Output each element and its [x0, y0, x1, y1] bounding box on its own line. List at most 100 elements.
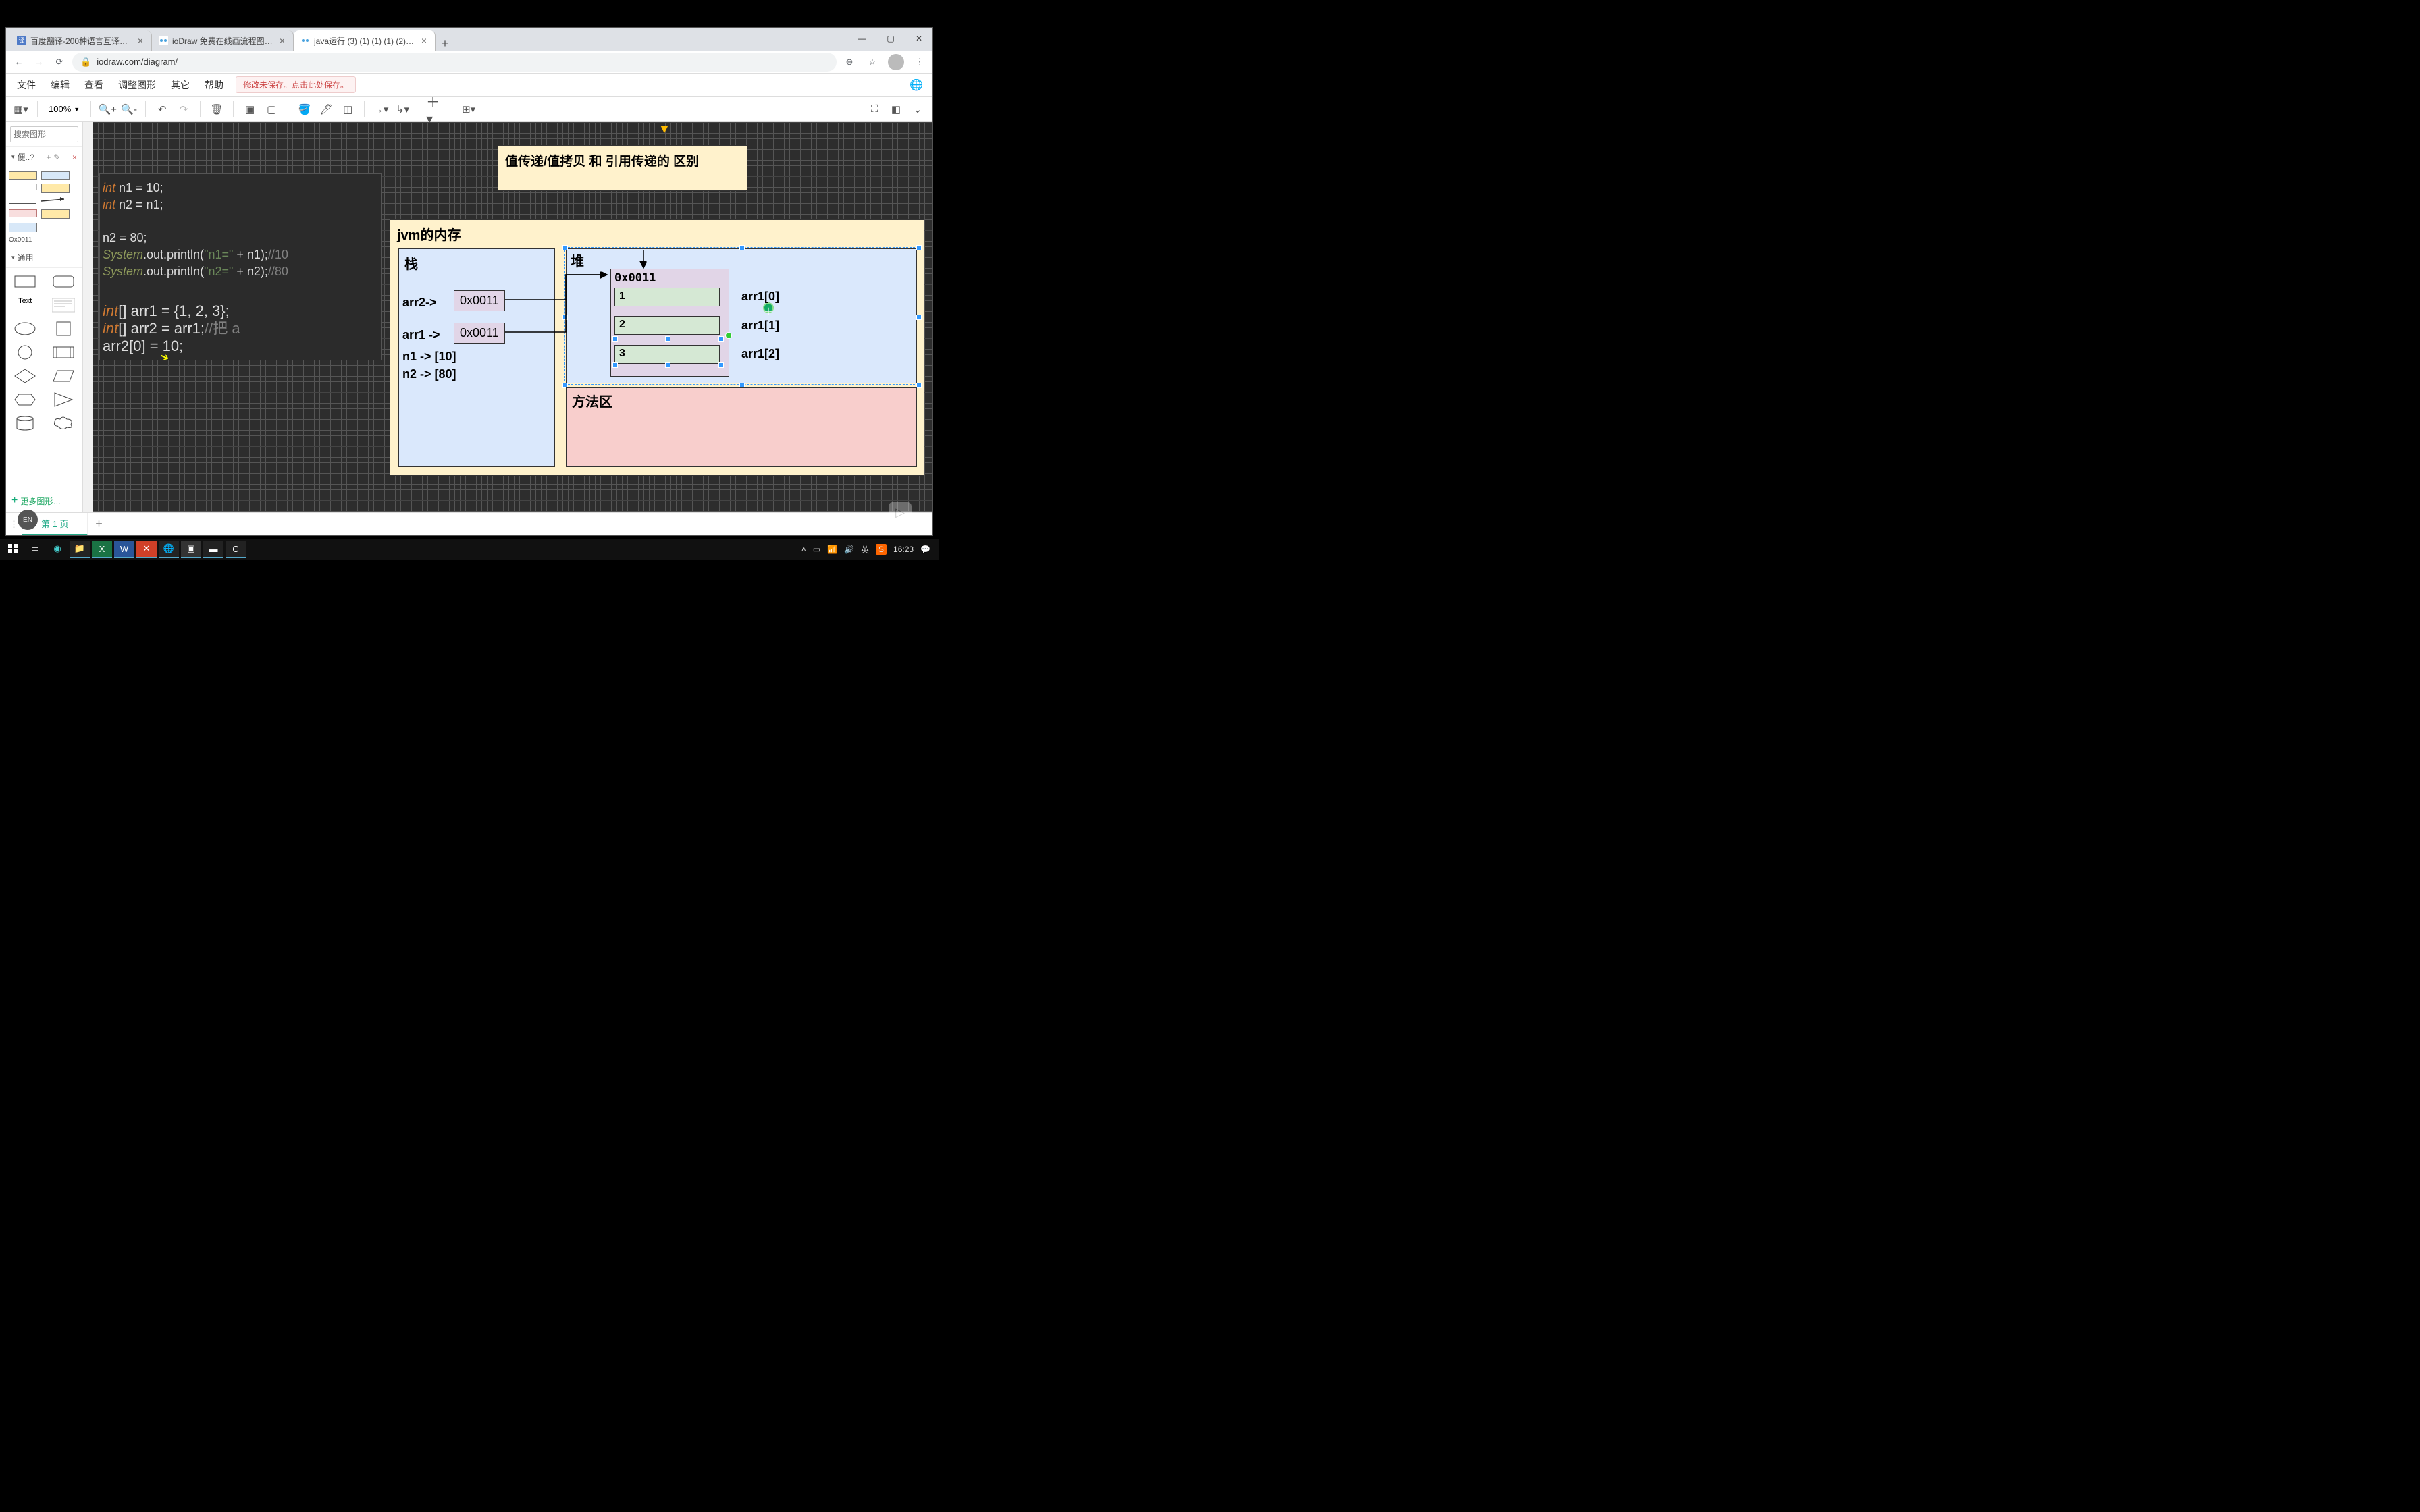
menu-view[interactable]: 查看: [78, 76, 110, 94]
window-close-icon[interactable]: ✕: [905, 27, 933, 50]
scratch-shape[interactable]: [41, 171, 70, 180]
search-shapes-input[interactable]: [10, 126, 78, 142]
kebab-menu-icon[interactable]: ⋮: [912, 55, 927, 70]
sogou-ime-icon[interactable]: S: [876, 544, 887, 555]
clock-text[interactable]: 16:23: [893, 545, 914, 554]
excel-icon[interactable]: X: [92, 541, 112, 558]
chrome-icon[interactable]: 🌐: [159, 541, 179, 558]
connection-icon[interactable]: →▾: [371, 100, 390, 119]
xmind-icon[interactable]: ✕: [136, 541, 157, 558]
scratchpad-header[interactable]: ▾ 便..? + ✎ ×: [6, 147, 82, 167]
taskview-icon[interactable]: ▭: [25, 541, 45, 558]
scratch-shape[interactable]: [41, 184, 70, 193]
close-tab-icon[interactable]: ×: [136, 35, 144, 46]
menu-file[interactable]: 文件: [10, 76, 43, 94]
menu-extras[interactable]: 其它: [164, 76, 196, 94]
start-menu-icon[interactable]: [3, 541, 23, 558]
scratch-arrow[interactable]: [40, 197, 68, 205]
shape-hexagon[interactable]: [14, 392, 36, 410]
add-scratch-icon[interactable]: +: [46, 153, 51, 162]
shape-cylinder[interactable]: [14, 415, 36, 433]
new-tab-button[interactable]: +: [436, 36, 454, 51]
tab-2[interactable]: ioDraw 免费在线画流程图、思维... ×: [152, 30, 294, 51]
undo-icon[interactable]: ↶: [153, 100, 172, 119]
to-front-icon[interactable]: ▣: [240, 100, 259, 119]
menu-edit[interactable]: 编辑: [44, 76, 76, 94]
scratch-shape[interactable]: [41, 209, 70, 219]
jvm-memory-container[interactable]: jvm的内存 栈 arr2-> 0x0011 arr1 -> 0x0011 n1…: [390, 219, 924, 476]
shape-cloud[interactable]: [52, 415, 75, 433]
add-icon[interactable]: ＋▾: [426, 100, 445, 119]
shape-square[interactable]: [52, 321, 75, 339]
window-maximize-icon[interactable]: ▢: [876, 27, 905, 50]
close-tab-icon[interactable]: ×: [278, 35, 286, 46]
shape-triangle[interactable]: [52, 392, 75, 410]
file-explorer-icon[interactable]: 📁: [70, 541, 90, 558]
zoom-in-icon[interactable]: 🔍+: [98, 100, 117, 119]
profile-avatar-icon[interactable]: [888, 54, 904, 70]
scratch-shape[interactable]: [9, 223, 37, 232]
clion-icon[interactable]: C: [226, 541, 246, 558]
menu-arrange[interactable]: 调整图形: [111, 76, 163, 94]
shadow-icon[interactable]: ◫: [338, 100, 357, 119]
menu-help[interactable]: 帮助: [198, 76, 230, 94]
shape-parallelogram[interactable]: [52, 368, 75, 386]
general-shapes-header[interactable]: ▾ 通用: [6, 248, 82, 268]
more-shapes-button[interactable]: + 更多图形…: [6, 489, 82, 512]
table-icon[interactable]: ⊞▾: [459, 100, 478, 119]
ime-floating-badge[interactable]: EN: [18, 510, 38, 530]
zoom-icon[interactable]: ⊖: [842, 55, 857, 70]
bookmark-star-icon[interactable]: ☆: [865, 55, 880, 70]
collapse-icon[interactable]: ⌄: [908, 100, 927, 119]
terminal-icon[interactable]: ▣: [181, 541, 201, 558]
shape-circle[interactable]: [14, 344, 36, 362]
ime-lang[interactable]: 英: [861, 544, 869, 556]
edit-scratch-icon[interactable]: ✎: [53, 153, 60, 162]
tab-3[interactable]: java运行 (3) (1) (1) (1) (2).iodra... ×: [294, 30, 436, 51]
shape-diamond[interactable]: [14, 368, 36, 386]
scratch-shape[interactable]: [9, 184, 37, 190]
tray-chevron-icon[interactable]: ˄: [801, 545, 806, 554]
format-panel-icon[interactable]: ◧: [887, 100, 905, 119]
code-snippet-box[interactable]: int n1 = 10; int n2 = n1; n2 = 80; Syste…: [99, 173, 382, 360]
omnibox[interactable]: 🔒 iodraw.com/diagram/: [72, 53, 837, 72]
cmd-icon[interactable]: ▬: [203, 541, 223, 558]
zoom-out-icon[interactable]: 🔍-: [120, 100, 138, 119]
diagram-canvas[interactable]: ▼ int n1 = 10; int n2 = n1; n2 = 80; Sys…: [93, 122, 932, 512]
forward-icon[interactable]: →: [32, 55, 47, 70]
waypoint-icon[interactable]: ↳▾: [393, 100, 412, 119]
view-mode-icon[interactable]: ▦▾: [11, 100, 30, 119]
title-note-box[interactable]: 值传递/值拷贝 和 引用传递的 区别: [498, 145, 747, 191]
shape-rounded-rect[interactable]: [52, 273, 75, 292]
shape-rect[interactable]: [14, 273, 36, 292]
line-color-icon[interactable]: 🖊: [317, 100, 336, 119]
close-tab-icon[interactable]: ×: [420, 35, 428, 46]
shape-process[interactable]: [52, 344, 75, 362]
shape-ellipse[interactable]: [14, 321, 36, 339]
shape-textbox[interactable]: [52, 297, 75, 315]
scratch-shape[interactable]: [9, 197, 36, 204]
back-icon[interactable]: ←: [11, 55, 26, 70]
to-back-icon[interactable]: ▢: [262, 100, 281, 119]
add-page-button[interactable]: +: [88, 513, 109, 535]
tab-1[interactable]: 译 百度翻译-200种语言互译、沟通... ×: [10, 30, 152, 51]
zoom-dropdown[interactable]: 100% ▼: [45, 104, 84, 114]
redo-icon[interactable]: ↷: [174, 100, 193, 119]
fullscreen-icon[interactable]: ⛶: [865, 100, 884, 119]
sidebar-scrollbar[interactable]: [83, 122, 93, 512]
fill-color-icon[interactable]: 🪣: [295, 100, 314, 119]
close-scratch-icon[interactable]: ×: [72, 153, 77, 162]
language-globe-icon[interactable]: 🌐: [904, 78, 928, 92]
unsaved-warning[interactable]: 修改未保存。点击此处保存。: [236, 76, 356, 93]
scratch-label[interactable]: Ox0011: [9, 236, 70, 244]
battery-icon[interactable]: ▭: [813, 545, 820, 554]
word-icon[interactable]: W: [114, 541, 134, 558]
scratch-shape[interactable]: [9, 209, 37, 217]
scratch-shape[interactable]: [9, 171, 37, 180]
shape-text[interactable]: Text: [18, 297, 32, 315]
window-minimize-icon[interactable]: —: [848, 27, 876, 50]
edge-browser-icon[interactable]: ◉: [47, 541, 68, 558]
reload-icon[interactable]: ⟳: [52, 55, 67, 70]
notifications-icon[interactable]: 💬: [920, 545, 930, 554]
wifi-icon[interactable]: 📶: [827, 545, 837, 554]
